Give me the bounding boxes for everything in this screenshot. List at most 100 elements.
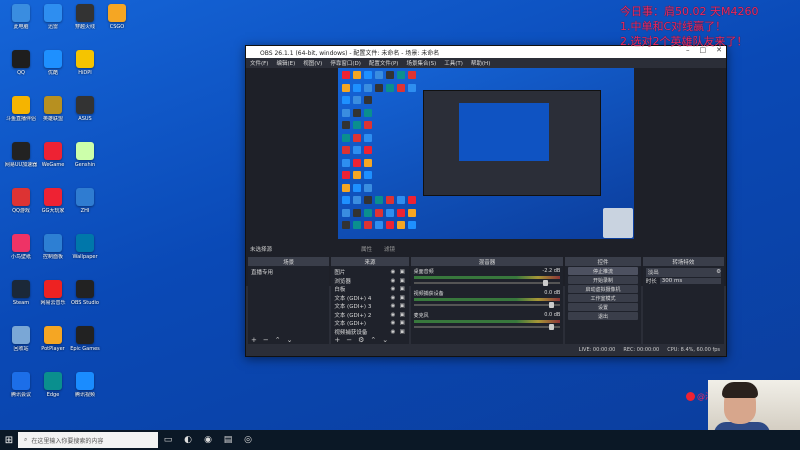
desktop-shortcut[interactable]: 英雄联盟 xyxy=(36,96,70,136)
taskbar-search[interactable]: ⌕ 在这里输入你要搜索的内容 xyxy=(18,432,158,448)
obs-window[interactable]: OBS 26.1.1 (64-bit, windows) - 配置文件: 未命名… xyxy=(245,45,727,357)
control-button[interactable]: 退出 xyxy=(568,312,638,320)
desktop-shortcut[interactable]: CSGO xyxy=(100,4,134,44)
desktop-shortcut[interactable]: Wallpaper xyxy=(68,234,102,274)
desktop-shortcut-label: QQ游戏 xyxy=(12,208,30,214)
desktop-shortcut[interactable]: 腾讯视频 xyxy=(68,372,102,412)
source-item[interactable]: 文本 (GDI+) ◉ ▣ xyxy=(334,319,405,328)
desktop-shortcut[interactable]: 网易云音乐 xyxy=(36,280,70,320)
lock-icon[interactable]: ▣ xyxy=(400,286,406,292)
desktop-shortcut[interactable]: ZHI xyxy=(68,188,102,228)
desktop-shortcut[interactable]: 穿越火线 xyxy=(68,4,102,44)
obs-taskbar-icon[interactable]: ◉ xyxy=(198,430,218,450)
volume-slider[interactable] xyxy=(413,302,561,308)
windows-start-icon[interactable]: ⊞ xyxy=(0,430,18,450)
desktop-shortcut[interactable]: ASUS xyxy=(68,96,102,136)
desktop-shortcut[interactable]: GG大玩家 xyxy=(36,188,70,228)
filters-button[interactable]: 滤镜 xyxy=(384,245,395,253)
obs-preview[interactable] xyxy=(246,68,726,286)
control-button[interactable]: 工作室模式 xyxy=(568,294,638,302)
desktop-shortcut[interactable]: Genshin xyxy=(68,142,102,182)
task-view-icon[interactable]: ▭ xyxy=(158,430,178,450)
app-taskbar-icon[interactable]: ◎ xyxy=(238,430,258,450)
menu-item[interactable]: 配置文件(P) xyxy=(369,59,399,67)
up-icon[interactable]: ⌃ xyxy=(370,336,376,344)
menu-item[interactable]: 场景集合(S) xyxy=(406,59,436,67)
eye-icon[interactable]: ◉ xyxy=(391,303,397,309)
menu-item[interactable]: 帮助(H) xyxy=(471,59,490,67)
properties-button[interactable]: 属性 xyxy=(361,245,372,253)
duration-row[interactable]: 时长 300 ms xyxy=(646,277,722,286)
source-item[interactable]: 文本 (GDI+) 2 ◉ ▣ xyxy=(334,311,405,320)
down-icon[interactable]: ⌄ xyxy=(382,336,388,344)
control-button[interactable]: 启动虚拟摄像机 xyxy=(568,285,638,293)
control-button[interactable]: 停止推流 xyxy=(568,267,638,275)
eye-icon[interactable]: ◉ xyxy=(391,312,397,318)
desktop-shortcut[interactable]: PotPlayer xyxy=(36,326,70,366)
desktop-shortcut[interactable]: 小鸟壁纸 xyxy=(4,234,38,274)
edge-taskbar-icon[interactable]: ◐ xyxy=(178,430,198,450)
desktop-shortcut[interactable]: 此电脑 xyxy=(4,4,38,44)
up-icon[interactable]: ⌃ xyxy=(275,336,281,344)
volume-knob[interactable] xyxy=(548,302,554,308)
desktop-shortcut[interactable]: Edge xyxy=(36,372,70,412)
eye-icon[interactable]: ◉ xyxy=(391,295,397,301)
desktop-shortcut[interactable]: WeGame xyxy=(36,142,70,182)
desktop-shortcut[interactable]: 控制面板 xyxy=(36,234,70,274)
remove-icon[interactable]: − xyxy=(263,336,269,344)
volume-slider[interactable] xyxy=(413,280,561,286)
desktop-icons: 此电脑 QQ 斗鱼直播伴侣 网易UU加速器 QQ游戏小鸟壁纸 Steam 回收站腾讯会议 迅雷… xyxy=(0,0,220,430)
transition-select[interactable]: 淡出 ⚙ xyxy=(645,268,722,277)
down-icon[interactable]: ⌄ xyxy=(287,336,293,344)
volume-knob[interactable] xyxy=(548,324,554,330)
menu-item[interactable]: 停靠窗口(D) xyxy=(330,59,361,67)
eye-icon[interactable]: ◉ xyxy=(391,286,397,292)
eye-icon[interactable]: ◉ xyxy=(391,278,397,284)
gear-icon[interactable]: ⚙ xyxy=(716,269,721,275)
eye-icon[interactable]: ◉ xyxy=(391,269,397,275)
lock-icon[interactable]: ▣ xyxy=(400,312,406,318)
add-icon[interactable]: + xyxy=(334,336,340,344)
remove-icon[interactable]: − xyxy=(346,336,352,344)
lock-icon[interactable]: ▣ xyxy=(400,278,406,284)
source-item[interactable]: 文本 (GDI+) 3 ◉ ▣ xyxy=(334,302,405,311)
desktop-shortcut[interactable]: 斗鱼直播伴侣 xyxy=(4,96,38,136)
desktop-shortcut[interactable]: Epic Games xyxy=(68,326,102,366)
menu-item[interactable]: 文件(F) xyxy=(250,59,268,67)
eye-icon[interactable]: ◉ xyxy=(391,320,397,326)
desktop-shortcut[interactable]: 迅雷 xyxy=(36,4,70,44)
desktop-shortcut[interactable]: Steam xyxy=(4,280,38,320)
desktop-shortcut[interactable]: 优酷 xyxy=(36,50,70,90)
gear-icon[interactable]: ⚙ xyxy=(358,336,364,344)
source-item[interactable]: 浏览器 ◉ ▣ xyxy=(334,277,405,286)
volume-knob[interactable] xyxy=(542,280,548,286)
eye-icon[interactable]: ◉ xyxy=(391,329,397,335)
source-item[interactable]: 图片 ◉ ▣ xyxy=(334,268,405,277)
lock-icon[interactable]: ▣ xyxy=(400,303,406,309)
source-item[interactable]: 文本 (GDI+) 4 ◉ ▣ xyxy=(334,294,405,303)
volume-slider[interactable] xyxy=(413,324,561,330)
preview-icon xyxy=(386,221,394,229)
lock-icon[interactable]: ▣ xyxy=(400,295,406,301)
desktop-shortcut[interactable]: QQ xyxy=(4,50,38,90)
desktop-shortcut[interactable]: 网易UU加速器 xyxy=(4,142,38,182)
duration-input[interactable]: 300 ms xyxy=(659,277,722,284)
menu-item[interactable]: 工具(T) xyxy=(444,59,463,67)
desktop-shortcut[interactable]: QQ游戏 xyxy=(4,188,38,228)
menu-item[interactable]: 视图(V) xyxy=(303,59,322,67)
menu-item[interactable]: 编辑(E) xyxy=(276,59,295,67)
desktop-shortcut[interactable]: 腾讯会议 xyxy=(4,372,38,412)
control-button[interactable]: 设置 xyxy=(568,303,638,311)
add-icon[interactable]: + xyxy=(251,336,257,344)
desktop-shortcut[interactable]: OBS Studio xyxy=(68,280,102,320)
explorer-icon[interactable]: ▤ xyxy=(218,430,238,450)
lock-icon[interactable]: ▣ xyxy=(400,329,406,335)
lock-icon[interactable]: ▣ xyxy=(400,269,406,275)
preview-icon xyxy=(364,208,372,217)
desktop-shortcut[interactable]: HiDPI xyxy=(68,50,102,90)
lock-icon[interactable]: ▣ xyxy=(400,320,406,326)
scene-item[interactable]: 直播专用 xyxy=(251,268,326,277)
desktop-shortcut[interactable]: 回收站 xyxy=(4,326,38,366)
control-button[interactable]: 开始录制 xyxy=(568,276,638,284)
source-item[interactable]: 白板 ◉ ▣ xyxy=(334,285,405,294)
